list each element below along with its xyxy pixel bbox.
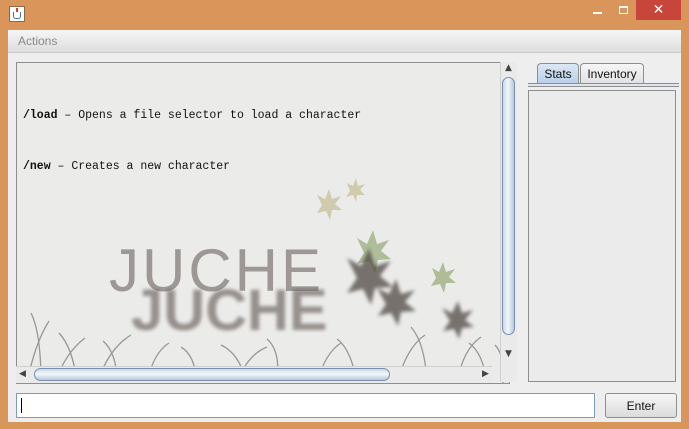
- text-caret: [21, 398, 22, 413]
- console-description: – Opens a file selector to load a charac…: [57, 109, 362, 122]
- console-description: – Creates a new character: [50, 160, 231, 173]
- arrow-up-icon[interactable]: ▲: [505, 63, 512, 73]
- arrow-right-icon[interactable]: ▶: [482, 369, 489, 379]
- menu-bar: Actions: [8, 30, 681, 53]
- horizontal-scrollbar[interactable]: ◀ ▶: [16, 366, 492, 383]
- console-line: /load – Opens a file selector to load a …: [23, 107, 361, 124]
- maximize-icon: [618, 6, 628, 14]
- command-input[interactable]: [16, 393, 595, 418]
- arrow-down-icon[interactable]: ▼: [505, 349, 512, 359]
- console-line: /new – Creates a new character: [23, 158, 361, 175]
- minimize-button[interactable]: [584, 0, 610, 20]
- tab-inventory[interactable]: Inventory: [580, 63, 644, 83]
- stats-panel: [528, 90, 676, 382]
- title-bar[interactable]: ✕: [0, 0, 689, 30]
- maximize-button[interactable]: [610, 0, 636, 20]
- juche-logo-shadow: JUCHE: [131, 278, 328, 343]
- window-client-area: Actions JUCHE JUCHE /load – Opens a file…: [8, 30, 681, 422]
- close-icon: ✕: [652, 2, 665, 18]
- tab-strip: Stats Inventory: [528, 62, 679, 84]
- menu-actions[interactable]: Actions: [18, 34, 57, 48]
- arrow-left-icon[interactable]: ◀: [19, 369, 26, 379]
- console-text: /load – Opens a file selector to load a …: [23, 73, 361, 209]
- tab-stats[interactable]: Stats: [537, 63, 579, 83]
- vertical-scroll-thumb[interactable]: [502, 77, 515, 335]
- console-command: /new: [23, 160, 51, 173]
- java-cup-icon[interactable]: [9, 6, 25, 22]
- console-command: /load: [23, 109, 58, 122]
- minimize-icon: [592, 12, 602, 14]
- enter-button[interactable]: Enter: [605, 393, 677, 418]
- close-button[interactable]: ✕: [636, 0, 681, 20]
- console-output[interactable]: JUCHE JUCHE /load – Opens a file selecto…: [16, 62, 510, 384]
- horizontal-scroll-thumb[interactable]: [34, 368, 390, 381]
- tab-divider: [528, 83, 679, 87]
- vertical-scrollbar[interactable]: ▲ ▼: [500, 62, 517, 382]
